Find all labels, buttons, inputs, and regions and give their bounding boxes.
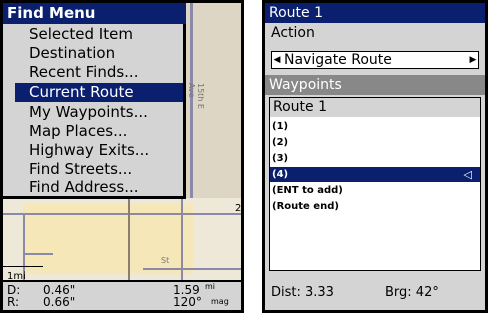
route-footer: Dist: 3.33 Brg: 42° xyxy=(265,276,485,310)
bearing-unit: mag xyxy=(211,297,229,306)
waypoint-row-1[interactable]: (1) xyxy=(270,119,480,134)
map-street xyxy=(23,253,53,255)
route-bearing: Brg: 42° xyxy=(385,285,439,300)
route-title: Route 1 xyxy=(265,3,485,23)
waypoint-row-4-label: (4) xyxy=(272,169,289,180)
route-distance: Dist: 3.33 xyxy=(271,285,334,300)
action-select[interactable]: ◀ Navigate Route ▶ xyxy=(271,51,479,69)
waypoint-row-ent-to-add[interactable]: (ENT to add) xyxy=(270,183,480,198)
find-menu-title: Find Menu xyxy=(3,3,186,24)
menu-item-highway-exits[interactable]: Highway Exits... xyxy=(25,141,180,160)
map-digit: 2 xyxy=(235,203,241,214)
bearing-value: 120° xyxy=(173,295,202,309)
right-arrow-icon[interactable]: ▶ xyxy=(468,52,478,68)
waypoint-row-3[interactable]: (3) xyxy=(270,151,480,166)
road-label-2: St xyxy=(161,256,170,265)
road-label: 15th E Ave xyxy=(187,83,205,109)
find-menu-screen: 15th E Ave St 2 1mi Find Menu Selected I… xyxy=(0,0,244,313)
r-value: 0.66" xyxy=(43,295,76,309)
distance-unit: mi xyxy=(205,282,216,291)
menu-item-find-address[interactable]: Find Address... xyxy=(25,178,180,197)
find-menu: Find Menu Selected Item Destination Rece… xyxy=(3,3,186,199)
waypoints-header: Waypoints xyxy=(265,75,485,95)
waypoint-list-title: Route 1 xyxy=(270,98,480,117)
map-street xyxy=(143,268,241,270)
map-view[interactable]: St 2 xyxy=(3,198,241,283)
map-street xyxy=(181,198,183,283)
menu-item-current-route[interactable]: Current Route xyxy=(15,83,183,102)
r-label: R: xyxy=(7,295,20,309)
menu-item-find-streets[interactable]: Find Streets... xyxy=(25,160,180,179)
map-street xyxy=(128,198,130,283)
menu-item-destination[interactable]: Destination xyxy=(25,44,180,63)
status-bar: D: 0.46" R: 0.66" 1.59 mi 120° mag xyxy=(3,280,241,310)
menu-item-recent-finds[interactable]: Recent Finds... xyxy=(25,63,180,82)
action-label: Action xyxy=(271,25,315,41)
menu-item-my-waypoints[interactable]: My Waypoints... xyxy=(25,103,180,122)
waypoint-row-2[interactable]: (2) xyxy=(270,135,480,150)
action-value: Navigate Route xyxy=(284,52,392,68)
scale-bar xyxy=(3,266,43,267)
waypoint-row-4[interactable]: (4) ◁ xyxy=(270,167,480,182)
cursor-arrow-icon: ◁ xyxy=(463,168,472,181)
waypoint-list: Route 1 (1) (2) (3) (4) ◁ (ENT to add) (… xyxy=(269,97,481,271)
route-screen: Route 1 Action ◀ Navigate Route ▶ Waypoi… xyxy=(262,0,488,313)
menu-item-selected-item[interactable]: Selected Item xyxy=(25,25,180,44)
map-street xyxy=(3,213,241,215)
left-arrow-icon[interactable]: ◀ xyxy=(272,52,282,68)
waypoint-row-route-end[interactable]: (Route end) xyxy=(270,199,480,214)
menu-item-map-places[interactable]: Map Places... xyxy=(25,122,180,141)
